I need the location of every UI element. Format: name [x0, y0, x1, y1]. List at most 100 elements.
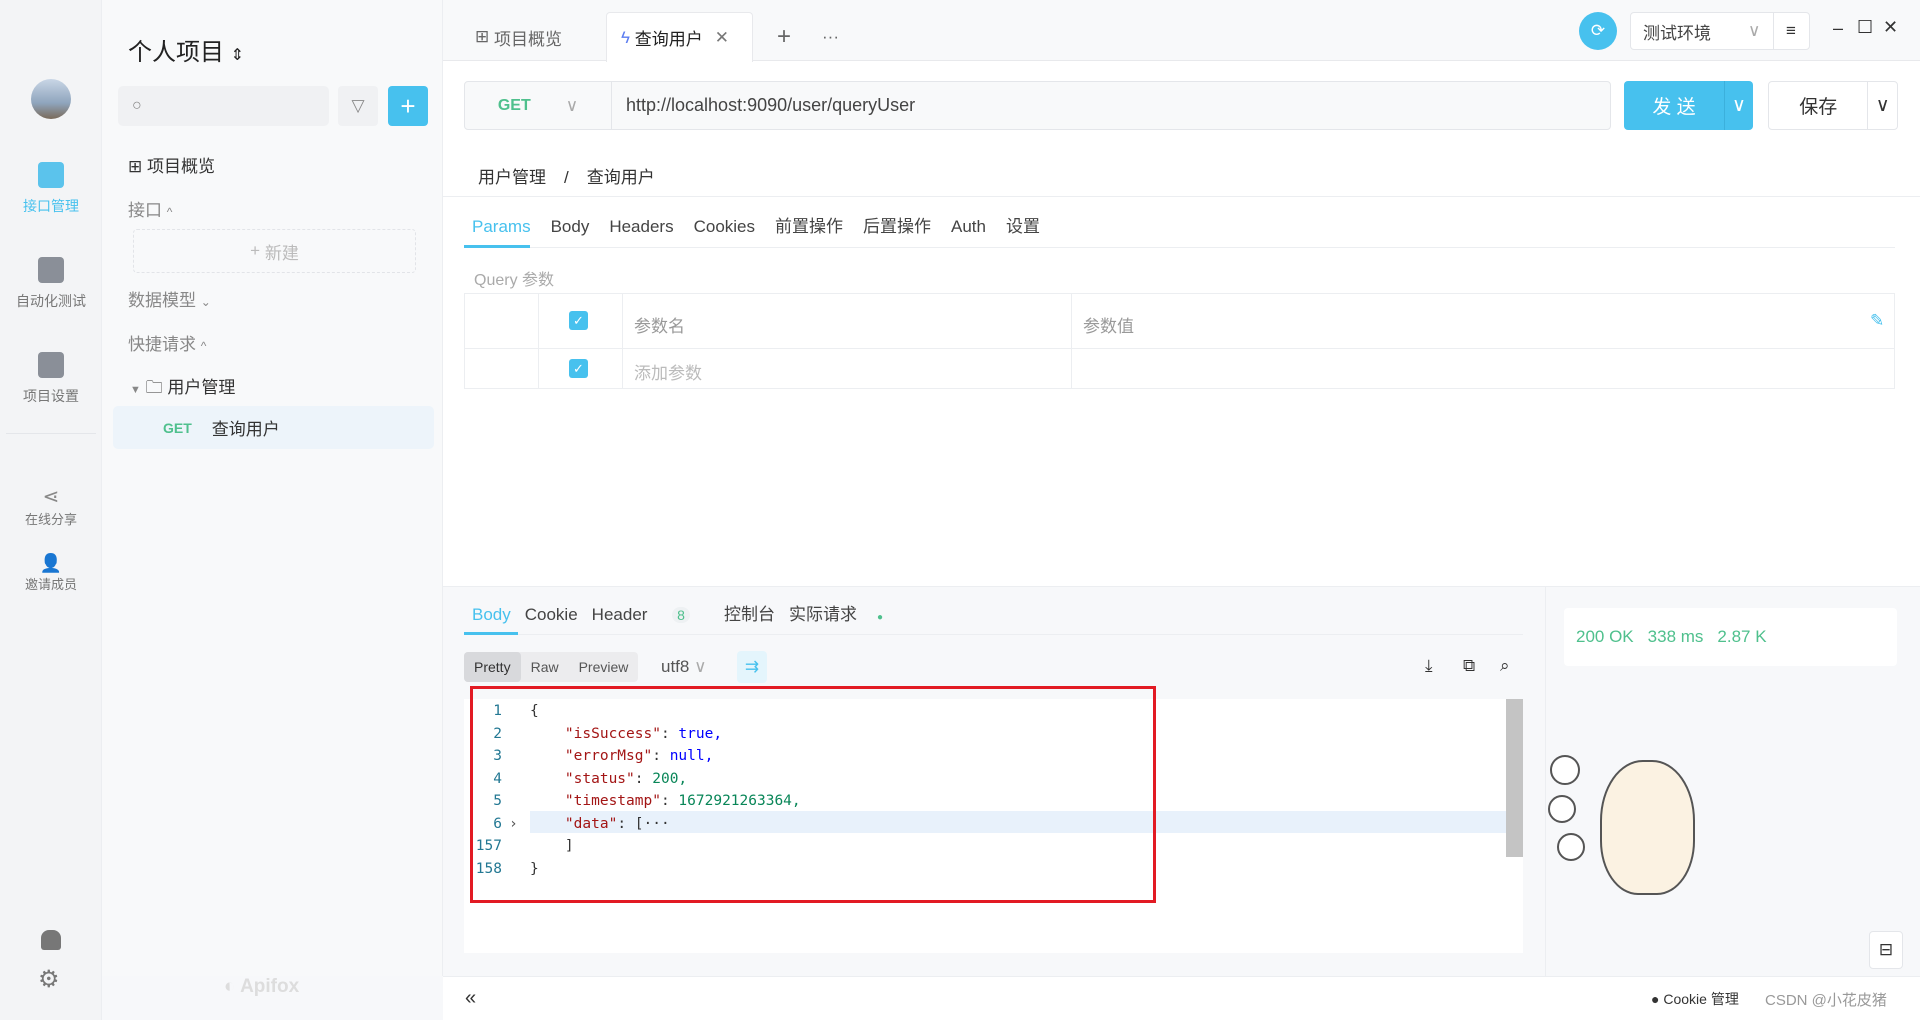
url-input[interactable]: [626, 95, 1526, 116]
download-icon[interactable]: ⤓: [1425, 656, 1433, 676]
grid-icon: ⊞: [475, 27, 494, 46]
close-icon[interactable]: ✕: [715, 28, 729, 48]
label: 项目概览: [146, 157, 215, 176]
layout-icon: ⊟: [1878, 940, 1894, 959]
brand-text: Apifox: [240, 976, 300, 997]
rail-label: 邀请成员: [24, 577, 77, 592]
section-api[interactable]: 接口 ^: [128, 196, 172, 221]
tab-post-ops[interactable]: 后置操作: [863, 217, 931, 236]
search-input[interactable]: ○: [118, 86, 329, 126]
rail-item-invite[interactable]: 👤 邀请成员: [0, 553, 102, 593]
col-header-name: 参数名: [634, 317, 685, 336]
project-switcher[interactable]: 个人项目 ⇕: [128, 32, 244, 67]
format-pretty[interactable]: Pretty: [464, 652, 521, 682]
section-quick[interactable]: 快捷请求 ^: [128, 330, 206, 355]
plus-icon: +: [400, 90, 416, 121]
add-user-icon: 👤: [39, 553, 63, 573]
active-tab-indicator: [464, 632, 518, 635]
scrollbar[interactable]: [1506, 699, 1523, 857]
format-raw[interactable]: Raw: [521, 659, 569, 675]
gear-icon[interactable]: ⚙: [38, 968, 60, 992]
sync-button[interactable]: ⟳: [1579, 12, 1617, 50]
menu-icon[interactable]: ≡: [1773, 13, 1796, 49]
label: 快捷请求: [128, 335, 196, 354]
chevron-down-icon[interactable]: ∨: [1867, 82, 1897, 129]
tab-console[interactable]: 控制台: [724, 605, 775, 624]
response-tabs: Body Cookie Header 8 控制台 实际请求 ●: [472, 600, 923, 625]
status-bar: « ● Cookie 管理 CSDN @小花皮猪: [443, 976, 1920, 1020]
tab-pre-ops[interactable]: 前置操作: [775, 217, 843, 236]
add-button[interactable]: +: [388, 86, 428, 126]
method-select[interactable]: GET ∨: [465, 82, 612, 129]
encoding-select[interactable]: utf8 ∨: [661, 657, 707, 677]
tab-resp-body[interactable]: Body: [472, 605, 511, 624]
window-close-icon[interactable]: ✕: [1883, 17, 1898, 38]
tab-resp-cookie[interactable]: Cookie: [525, 605, 578, 624]
cookie-manager[interactable]: ● Cookie 管理: [1651, 989, 1739, 1009]
label: 用户管理: [167, 378, 236, 397]
select-all-checkbox[interactable]: ✓: [569, 311, 588, 330]
bell-icon[interactable]: [41, 930, 61, 950]
tab-cookies[interactable]: Cookies: [694, 217, 755, 236]
server-icon: [38, 257, 64, 283]
tab-resp-header[interactable]: Header 8: [592, 605, 710, 624]
rail-item-share[interactable]: ⋖ 在线分享: [0, 484, 102, 528]
save-button[interactable]: 保存 ∨: [1768, 81, 1898, 130]
label: 新建: [264, 243, 299, 263]
tab-params[interactable]: Params: [472, 217, 531, 236]
minimize-icon[interactable]: –: [1833, 18, 1843, 39]
search-icon[interactable]: ⌕: [1500, 656, 1510, 676]
breadcrumb-sep: /: [564, 168, 569, 187]
tab-overview[interactable]: ⊞ 项目概览: [461, 12, 576, 62]
maximize-icon[interactable]: ☐: [1857, 17, 1873, 38]
new-tab-button[interactable]: +: [763, 12, 805, 62]
tab-query-user[interactable]: ϟ 查询用户 ✕: [606, 12, 753, 62]
tab-actual-request[interactable]: 实际请求 ●: [789, 605, 903, 624]
more-icon: ···: [822, 27, 839, 46]
breadcrumb-parent[interactable]: 用户管理: [478, 168, 546, 187]
apifox-logo: ◐ Apifox: [224, 976, 299, 998]
response-time: 338 ms: [1647, 627, 1704, 646]
lightning-icon: ϟ: [621, 27, 635, 47]
label: 实际请求: [788, 605, 857, 624]
folder-icon: 🗀: [145, 378, 163, 397]
add-param-input[interactable]: 添加参数: [634, 359, 702, 384]
format-preview[interactable]: Preview: [569, 659, 639, 675]
copy-icon[interactable]: ⧉: [1463, 656, 1475, 676]
cookie-icon: ●: [1651, 991, 1660, 1007]
folder-user-mgmt[interactable]: ▼ 🗀 用户管理: [130, 373, 235, 404]
collapse-icon[interactable]: «: [465, 987, 476, 1010]
label: Header: [591, 605, 648, 624]
layout-toggle[interactable]: ⊟: [1869, 931, 1903, 969]
sidebar-item-overview[interactable]: ⊞ 项目概览: [128, 152, 215, 177]
refresh-icon: ⟳: [1590, 21, 1606, 40]
new-api-button[interactable]: + 新建: [133, 229, 416, 273]
rail-item-api[interactable]: 接口管理: [0, 162, 102, 216]
plus-icon: +: [777, 23, 792, 50]
request-tabs: Params Body Headers Cookies 前置操作 后置操作 Auth 设置: [472, 212, 1060, 237]
method-badge: GET: [163, 419, 192, 436]
share-icon: ⋖: [42, 486, 60, 508]
bulk-edit-icon[interactable]: ✎: [1870, 311, 1884, 331]
divider: [464, 247, 1895, 248]
avatar[interactable]: [31, 79, 71, 119]
row-checkbox[interactable]: ✓: [569, 359, 588, 378]
tab-body[interactable]: Body: [551, 217, 590, 236]
chevron-down-icon[interactable]: ∨: [1724, 81, 1753, 130]
rail-item-settings[interactable]: 项目设置: [0, 352, 102, 406]
wrap-toggle[interactable]: ⇉: [737, 651, 767, 683]
search-icon: ○: [132, 97, 142, 114]
col-header-value: 参数值: [1083, 317, 1134, 336]
tab-headers[interactable]: Headers: [609, 217, 673, 236]
request-item[interactable]: GET 查询用户: [113, 406, 434, 449]
filter-button[interactable]: ▽: [338, 86, 378, 126]
tab-bar: ⊞ 项目概览 ϟ 查询用户 ✕ + ··· ⟳ 测试环境 ∨ ≡ – ☐ ✕: [443, 0, 1920, 62]
env-select[interactable]: 测试环境 ∨ ≡: [1630, 12, 1810, 50]
tab-settings[interactable]: 设置: [1006, 217, 1040, 236]
tab-auth[interactable]: Auth: [951, 217, 986, 236]
highlight-box: [470, 686, 1156, 903]
section-models[interactable]: 数据模型 ⌄: [128, 286, 211, 311]
rail-item-autotest[interactable]: 自动化测试: [0, 257, 102, 311]
more-tabs-button[interactable]: ···: [808, 12, 853, 62]
send-button[interactable]: 发 送 ∨: [1624, 81, 1753, 130]
